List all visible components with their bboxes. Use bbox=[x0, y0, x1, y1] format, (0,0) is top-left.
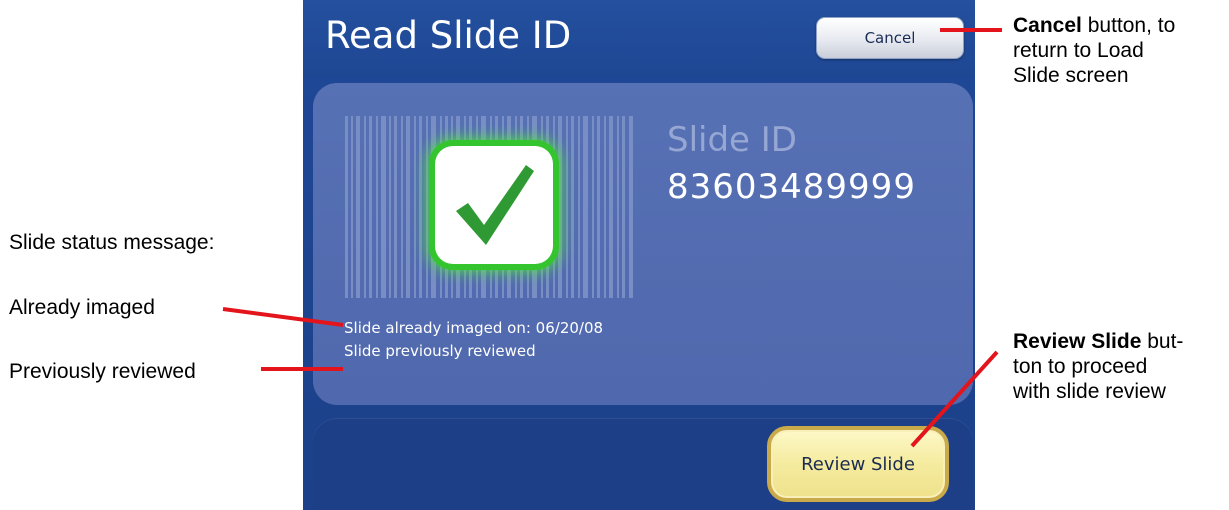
annotation-review-line3: with slide review bbox=[1013, 380, 1166, 403]
checkmark-icon bbox=[456, 165, 534, 245]
annotation-cancel-line1: button, to bbox=[1081, 14, 1176, 37]
review-slide-button[interactable]: Review Slide bbox=[767, 426, 949, 502]
slide-id-value: 83603489999 bbox=[667, 167, 916, 207]
annotation-review-line1: but- bbox=[1141, 330, 1184, 353]
annotation-previously-reviewed: Previously reviewed bbox=[9, 360, 196, 383]
annotation-cancel-bold: Cancel bbox=[1013, 14, 1082, 37]
title-bar: Read Slide ID Cancel bbox=[303, 0, 975, 78]
annotation-cancel: Cancel button, to return to Load Slide s… bbox=[1013, 13, 1223, 88]
check-status-box bbox=[435, 146, 553, 264]
annotation-cancel-line2: return to Load bbox=[1013, 39, 1144, 62]
annotation-review-bold: Review Slide bbox=[1013, 330, 1142, 353]
slide-info-panel: Slide ID 83603489999 Slide already image… bbox=[313, 83, 973, 405]
status-previously-reviewed: Slide previously reviewed bbox=[344, 342, 536, 360]
annotation-already-imaged: Already imaged bbox=[9, 296, 155, 319]
screen-title: Read Slide ID bbox=[325, 14, 572, 57]
annotation-cancel-line3: Slide screen bbox=[1013, 64, 1129, 87]
slide-id-label: Slide ID bbox=[667, 120, 797, 160]
annotation-review-line2: ton to proceed bbox=[1013, 355, 1148, 378]
cancel-button[interactable]: Cancel bbox=[816, 17, 964, 59]
annotation-review: Review Slide but- ton to proceed with sl… bbox=[1013, 329, 1223, 404]
annotation-status-heading: Slide status message: bbox=[9, 231, 215, 254]
status-already-imaged: Slide already imaged on: 06/20/08 bbox=[344, 319, 604, 337]
read-slide-id-screen: Read Slide ID Cancel Slide ID 8360348999… bbox=[303, 0, 975, 510]
